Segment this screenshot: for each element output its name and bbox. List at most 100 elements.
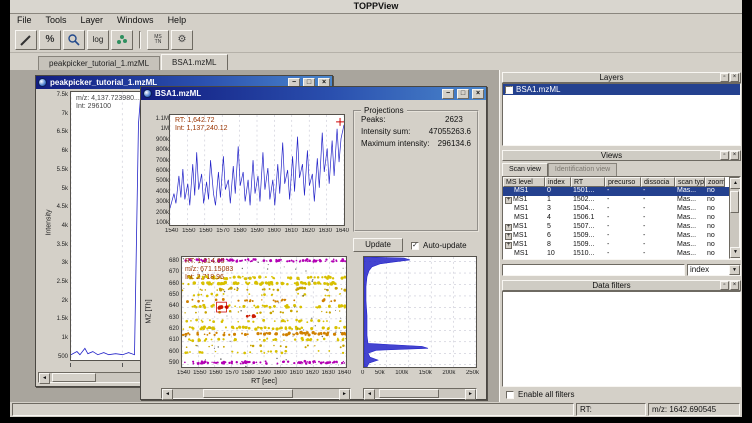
views-tabbar: Scan viewIdentification view xyxy=(502,163,741,176)
scroll-left-icon[interactable]: ◄ xyxy=(39,373,50,384)
projection-plot[interactable] xyxy=(363,256,477,368)
table-row[interactable]: MS1101510...--Mas...no xyxy=(503,250,729,259)
close-icon[interactable]: × xyxy=(730,73,739,82)
column-header-MSlevel[interactable]: MS level xyxy=(503,177,545,187)
update-button[interactable]: Update xyxy=(353,238,403,252)
tree-expand-icon[interactable]: + xyxy=(505,242,512,249)
scroll-down-icon[interactable]: ▼ xyxy=(730,247,741,258)
column-header-zoom[interactable]: zoom xyxy=(705,177,725,187)
layers-list[interactable]: ✓ BSA1.mzML xyxy=(502,83,741,146)
scroll-track[interactable] xyxy=(375,389,465,398)
panel-header[interactable]: Layers ▫ × xyxy=(502,72,741,83)
scroll-thumb[interactable] xyxy=(379,389,439,398)
table-cell: - xyxy=(641,232,675,241)
groupbox-title: Projections xyxy=(361,106,407,115)
filter-column-combobox[interactable]: index ▼ xyxy=(687,264,741,276)
table-cell: no xyxy=(705,232,725,241)
table-cell: - xyxy=(641,241,675,250)
scan-table[interactable]: MS levelindexRTprecursodissociascan typz… xyxy=(502,176,741,260)
table-row[interactable]: +MS161509...--Mas...no xyxy=(503,232,729,241)
table-row[interactable]: +MS181509...--Mas...no xyxy=(503,241,729,250)
scroll-left-icon[interactable]: ◄ xyxy=(364,389,375,400)
data-filters-list[interactable] xyxy=(502,291,741,387)
tree-indent xyxy=(505,187,514,196)
tick-label: 1570 xyxy=(216,228,229,235)
menu-item-tools[interactable]: Tools xyxy=(39,14,74,27)
table-cell: 0 xyxy=(545,187,571,196)
column-header-precurso[interactable]: precurso xyxy=(605,177,641,187)
scroll-up-icon[interactable]: ▲ xyxy=(730,178,741,189)
checkbox-icon[interactable] xyxy=(506,391,514,399)
enable-all-filters-checkbox[interactable]: Enable all filters xyxy=(506,390,574,399)
projection-horizontal-scrollbar[interactable]: ◄ ► xyxy=(363,388,477,399)
panel-title: Layers xyxy=(504,73,719,82)
intensity-percent-icon[interactable]: % xyxy=(39,30,61,50)
menu-item-windows[interactable]: Windows xyxy=(110,14,161,27)
close-button[interactable]: × xyxy=(472,89,484,99)
tick-label: 1610 xyxy=(284,228,297,235)
tick-label: 200k xyxy=(156,210,169,216)
table-vertical-scrollbar[interactable]: ▲ ▼ xyxy=(729,177,740,259)
column-header-scantyp[interactable]: scan typ xyxy=(675,177,705,187)
tab-BSA1.mzML[interactable]: BSA1.mzML xyxy=(161,54,227,70)
panel-header[interactable]: Views ▫ × xyxy=(502,150,741,161)
tick-label: 200k xyxy=(442,370,455,377)
close-icon[interactable]: × xyxy=(730,281,739,290)
table-row[interactable]: MS131504...--Mas...no xyxy=(503,205,729,214)
layer-item[interactable]: ✓ BSA1.mzML xyxy=(503,84,740,95)
scroll-track[interactable] xyxy=(730,189,739,247)
menu-item-file[interactable]: File xyxy=(10,14,39,27)
peak-picker-icon[interactable] xyxy=(111,30,133,50)
panel-header[interactable]: Data filters ▫ × xyxy=(502,280,741,291)
column-header-index[interactable]: index xyxy=(545,177,571,187)
tick-label: 1620 xyxy=(302,228,315,235)
scroll-thumb[interactable] xyxy=(52,373,96,382)
layer-label: BSA1.mzML xyxy=(516,85,560,94)
menu-item-help[interactable]: Help xyxy=(161,14,194,27)
close-icon[interactable]: × xyxy=(730,151,739,160)
pencil-icon[interactable] xyxy=(15,30,37,50)
column-header-dissocia[interactable]: dissocia xyxy=(641,177,675,187)
tab-peakpicker_tutorial_1.mzML[interactable]: peakpicker_tutorial_1.mzML xyxy=(38,56,160,70)
float-icon[interactable]: ▫ xyxy=(720,151,729,160)
table-cell: +MS1 xyxy=(503,241,545,250)
float-icon[interactable]: ▫ xyxy=(720,281,729,290)
maximize-button[interactable]: □ xyxy=(457,89,469,99)
auto-update-checkbox[interactable]: ✓ Auto-update xyxy=(411,241,467,250)
table-row[interactable]: MS101501...--Mas...no xyxy=(503,187,729,196)
tree-expand-icon[interactable]: + xyxy=(505,233,512,240)
scroll-thumb[interactable] xyxy=(203,389,293,398)
log-scale-button[interactable]: log xyxy=(87,30,109,50)
scroll-thumb[interactable] xyxy=(730,191,739,213)
scroll-right-icon[interactable]: ► xyxy=(465,389,476,400)
table-search-input[interactable] xyxy=(502,264,685,276)
layer-checkbox[interactable]: ✓ xyxy=(505,86,513,94)
app-titlebar[interactable]: TOPPView xyxy=(10,0,742,14)
zoom-icon[interactable] xyxy=(63,30,85,50)
tick-label: 7.5k xyxy=(57,92,68,98)
tick-label: 680 xyxy=(169,258,179,264)
chevron-down-icon[interactable]: ▼ xyxy=(729,265,740,275)
table-row[interactable]: MS141506.1--Mas...no xyxy=(503,214,729,223)
tree-expand-icon[interactable]: + xyxy=(505,224,512,231)
tree-expand-icon[interactable]: + xyxy=(505,197,512,204)
views-panel: Views ▫ × xyxy=(502,150,741,161)
column-header-RT[interactable]: RT xyxy=(571,177,605,187)
minimize-button[interactable]: − xyxy=(442,89,454,99)
tab-scan-view[interactable]: Scan view xyxy=(502,163,548,176)
window-titlebar[interactable]: BSA1.mzML − □ × xyxy=(141,87,486,100)
float-icon[interactable]: ▫ xyxy=(720,73,729,82)
topp-tools-button[interactable]: MS TN xyxy=(147,30,169,50)
table-row[interactable]: +MS151507...--Mas...no xyxy=(503,223,729,232)
checkbox-icon[interactable]: ✓ xyxy=(411,242,419,250)
scroll-right-icon[interactable]: ► xyxy=(339,389,350,400)
table-cell: 8 xyxy=(545,241,571,250)
scroll-left-icon[interactable]: ◄ xyxy=(162,389,173,400)
menu-item-layer[interactable]: Layer xyxy=(74,14,111,27)
map-horizontal-scrollbar[interactable]: ◄ ► xyxy=(161,388,351,399)
tab-identification-view[interactable]: Identification view xyxy=(548,163,617,176)
table-row[interactable]: +MS111502...--Mas...no xyxy=(503,196,729,205)
file-gear-icon[interactable]: ⚙ xyxy=(171,30,193,50)
child-window-bsa1[interactable]: BSA1.mzML − □ × RT: 1,642.72 Int: 1,137,… xyxy=(140,86,487,400)
scroll-track[interactable] xyxy=(173,389,339,398)
